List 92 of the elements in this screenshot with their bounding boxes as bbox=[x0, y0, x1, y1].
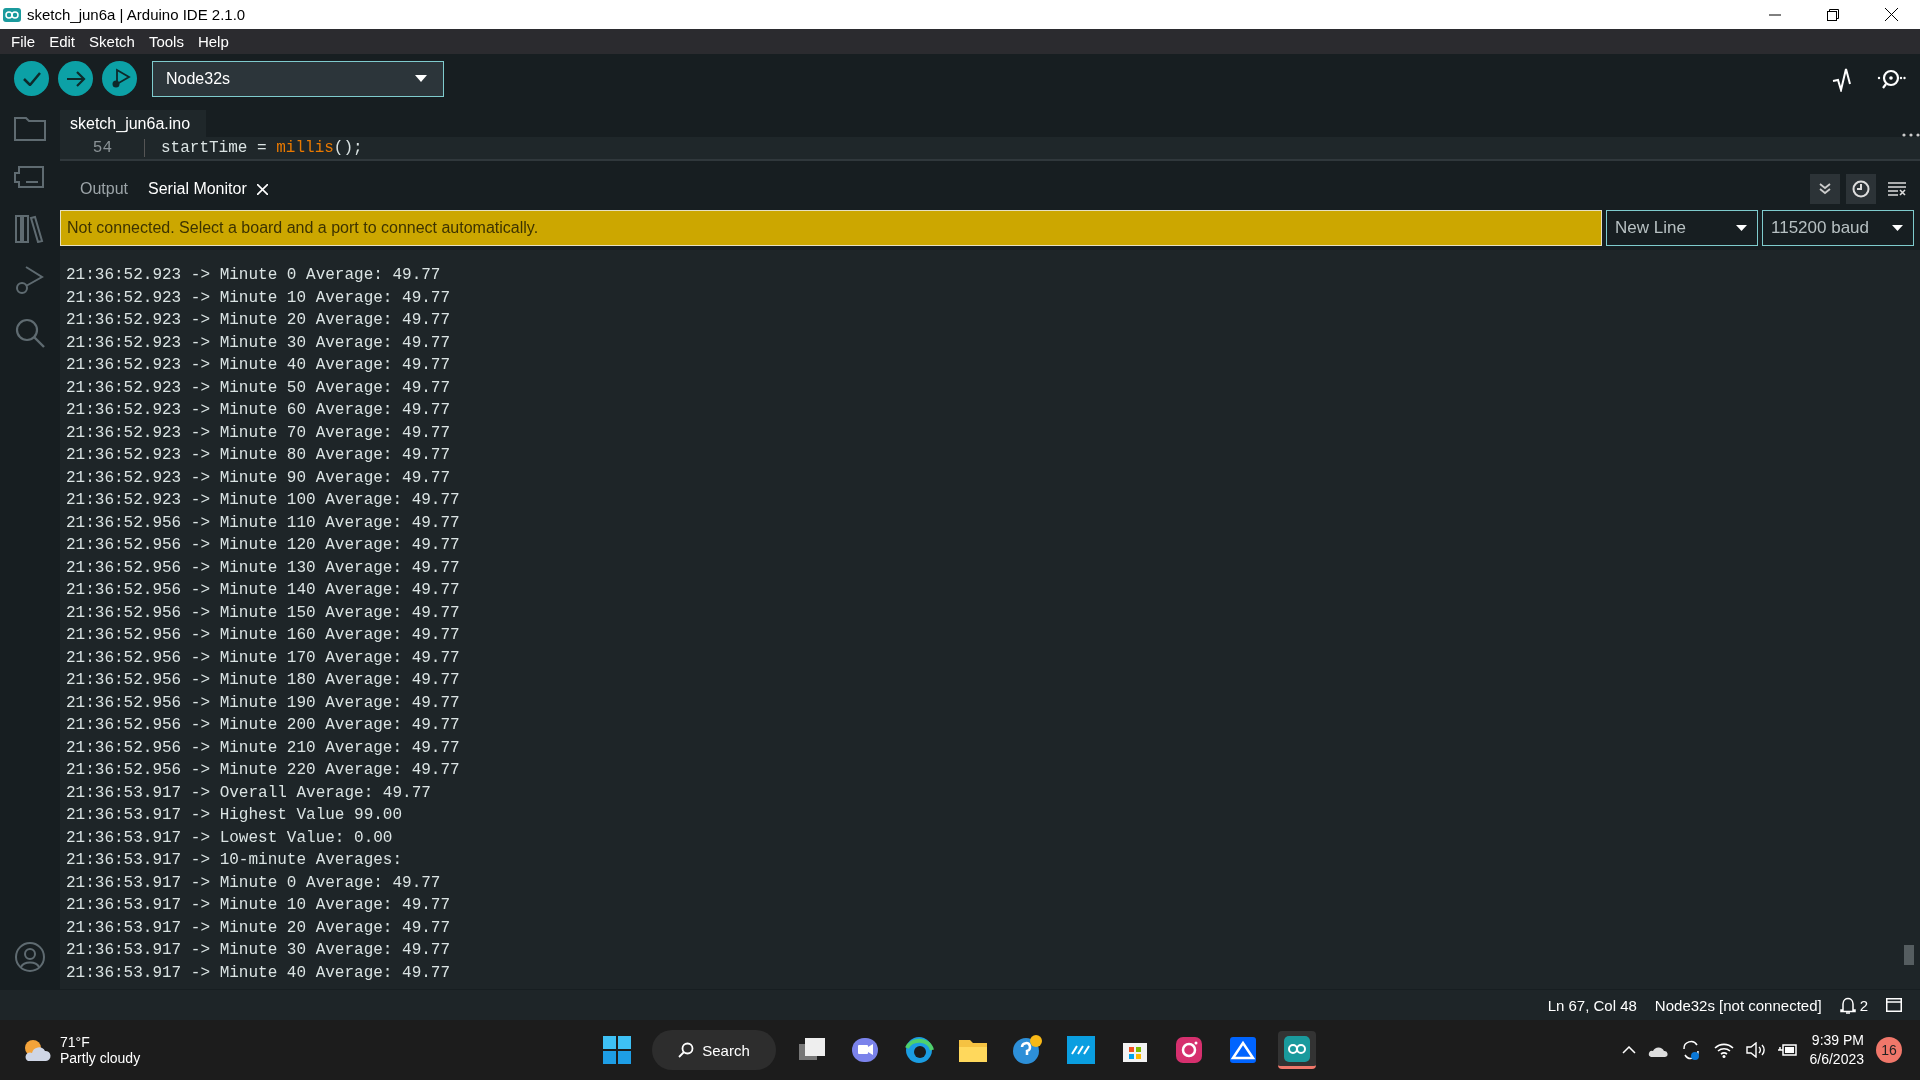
serial-output-line: 21:36:53.917 -> Minute 10 Average: 49.77 bbox=[66, 895, 451, 916]
autoscroll-button[interactable] bbox=[1810, 174, 1840, 204]
serial-output-line: 21:36:52.923 -> Minute 30 Average: 49.77 bbox=[66, 332, 451, 354]
weather-condition: Partly cloudy bbox=[60, 1050, 141, 1066]
browser-icon[interactable] bbox=[903, 1034, 935, 1066]
notice-banner: Not connected. Select a board and a port to connect automatically. bbox=[60, 210, 1602, 246]
serial-output-line: 21:36:52.956 -> Minute 160 Average: 49.77 bbox=[66, 625, 460, 646]
caret-icon bbox=[415, 75, 427, 82]
serial-output-line: 21:36:52.956 -> Minute 220 Average: 49.77 bbox=[66, 760, 460, 781]
serial-output-line: 21:36:52.923 -> Minute 50 Average: 49.77 bbox=[66, 377, 451, 399]
serial-output-line: 21:36:52.956 -> Minute 190 Average: 49.77 bbox=[66, 692, 460, 714]
notification-count: 2 bbox=[1859, 996, 1868, 1014]
temperature: 71°F bbox=[60, 1034, 91, 1050]
search-icon[interactable] bbox=[14, 317, 46, 349]
menu-item[interactable]: Tools bbox=[141, 33, 191, 50]
panel-tab[interactable]: Output bbox=[70, 180, 139, 198]
search-icon bbox=[678, 1042, 695, 1058]
serial-output-line: 21:36:52.956 -> Minute 170 Average: 49.77 bbox=[66, 647, 460, 669]
restore-icon[interactable] bbox=[1827, 8, 1839, 21]
code-line-text: startTime = millis(); bbox=[161, 139, 363, 157]
account-icon[interactable] bbox=[14, 941, 46, 973]
serial-output-line: 21:36:52.923 -> Minute 10 Average: 49.77 bbox=[66, 287, 451, 309]
panel-tab[interactable]: Serial Monitor bbox=[138, 180, 278, 198]
serial-output-line: 21:36:53.917 -> 10-minute Averages: bbox=[66, 850, 403, 871]
close-icon[interactable] bbox=[1884, 8, 1898, 21]
caret-icon bbox=[1892, 225, 1903, 231]
board-status: Node32s [not connected] bbox=[1654, 996, 1822, 1014]
windows-icon[interactable] bbox=[603, 1036, 631, 1064]
file-tab[interactable]: sketch_jun6a.ino bbox=[60, 110, 207, 137]
serial-output-line: 21:36:53.917 -> Minute 30 Average: 49.77 bbox=[66, 940, 451, 961]
board-name: Node32s bbox=[166, 69, 231, 88]
serial-output-line: 21:36:53.917 -> Highest Value 99.00 bbox=[66, 805, 403, 826]
serial-output-line: 21:36:53.917 -> Lowest Value: 0.00 bbox=[66, 827, 393, 849]
serial-output-line: 21:36:52.923 -> Minute 80 Average: 49.77 bbox=[66, 445, 451, 466]
serial-output-line: 21:36:52.956 -> Minute 130 Average: 49.77 bbox=[66, 557, 460, 579]
verify-button[interactable] bbox=[14, 61, 49, 96]
serial-output-line: 21:36:52.956 -> Minute 110 Average: 49.77 bbox=[66, 512, 460, 534]
board-icon[interactable] bbox=[14, 163, 46, 191]
serial-output-line: 21:36:52.956 -> Minute 120 Average: 49.77 bbox=[66, 535, 460, 556]
timestamp-button[interactable] bbox=[1846, 174, 1876, 204]
weather-icon[interactable] bbox=[22, 1037, 52, 1063]
menu-item[interactable]: File bbox=[4, 33, 43, 50]
upload-button[interactable] bbox=[58, 61, 93, 96]
speaker-icon[interactable] bbox=[1745, 1042, 1766, 1058]
search-button[interactable]: Search bbox=[652, 1030, 776, 1070]
serial-output-line: 21:36:52.956 -> Minute 210 Average: 49.77 bbox=[66, 737, 460, 759]
menu-item[interactable]: Edit bbox=[42, 33, 83, 50]
chevron-up-icon[interactable] bbox=[1621, 1046, 1636, 1054]
debug-button[interactable] bbox=[102, 61, 137, 96]
checkmark-icon bbox=[22, 71, 41, 86]
help-icon[interactable] bbox=[1011, 1034, 1043, 1066]
mountain-app-icon[interactable] bbox=[1227, 1034, 1259, 1066]
wifi-icon[interactable] bbox=[1713, 1042, 1734, 1058]
double-chevron-icon bbox=[1819, 183, 1831, 195]
line-ending-dropdown[interactable]: New Line bbox=[1606, 210, 1758, 246]
serial-output-line: 21:36:52.923 -> Minute 40 Average: 49.77 bbox=[66, 355, 451, 376]
serial-output-line: 21:36:52.923 -> Minute 90 Average: 49.77 bbox=[66, 467, 451, 489]
serial-output-line: 21:36:52.956 -> Minute 150 Average: 49.77 bbox=[66, 602, 460, 624]
serial-output-line: 21:36:52.923 -> Minute 60 Average: 49.77 bbox=[66, 400, 451, 421]
app-icon bbox=[3, 7, 21, 22]
board-dropdown[interactable]: Node32s bbox=[152, 60, 444, 97]
clock-date[interactable]: 6/6/2023 bbox=[1809, 1050, 1864, 1069]
more-icon[interactable] bbox=[1902, 133, 1920, 137]
scrollbar-thumb[interactable] bbox=[1904, 945, 1914, 965]
menu-item[interactable]: Sketch bbox=[82, 33, 142, 50]
panel-icon[interactable] bbox=[1886, 998, 1902, 1012]
serial-output-line: 21:36:52.923 -> Minute 70 Average: 49.77 bbox=[66, 422, 451, 444]
serial-output-line: 21:36:52.923 -> Minute 20 Average: 49.77 bbox=[66, 310, 451, 331]
serial-output-line: 21:36:53.917 -> Minute 20 Average: 49.77 bbox=[66, 917, 451, 939]
serial-output-line: 21:36:52.956 -> Minute 180 Average: 49.77 bbox=[66, 670, 460, 691]
serial-output-line: 21:36:52.956 -> Minute 200 Average: 49.77 bbox=[66, 715, 460, 736]
serial-output-line: 21:36:52.956 -> Minute 140 Average: 49.77 bbox=[66, 580, 460, 601]
bell-icon[interactable] bbox=[1839, 996, 1856, 1014]
serial-output-line: 21:36:52.923 -> Minute 100 Average: 49.77 bbox=[66, 490, 460, 511]
caret-icon bbox=[1736, 225, 1747, 231]
line-number: 54 bbox=[60, 139, 145, 157]
baud-rate-dropdown[interactable]: 115200 baud bbox=[1762, 210, 1914, 246]
serial-output-line: 21:36:53.917 -> Overall Average: 49.77 bbox=[66, 782, 431, 804]
serial-output-line: 21:36:53.917 -> Minute 0 Average: 49.77 bbox=[66, 872, 441, 894]
library-icon[interactable] bbox=[14, 213, 46, 243]
battery-icon[interactable] bbox=[1777, 1042, 1798, 1058]
camera-app-icon[interactable] bbox=[1173, 1034, 1205, 1066]
serial-output-line: 21:36:53.917 -> Minute 40 Average: 49.77 bbox=[66, 962, 451, 984]
window-title: sketch_jun6a | Arduino IDE 2.1.0 bbox=[27, 6, 246, 23]
clock-time[interactable]: 9:39 PM bbox=[1811, 1031, 1864, 1050]
clear-list-icon bbox=[1888, 182, 1906, 196]
serial-output-line: 21:36:52.923 -> Minute 0 Average: 49.77 bbox=[66, 265, 441, 286]
cursor-position: Ln 67, Col 48 bbox=[1547, 996, 1637, 1014]
menu-item[interactable]: Help bbox=[190, 33, 236, 50]
clock-icon bbox=[1852, 180, 1870, 198]
arrow-icon bbox=[65, 70, 86, 87]
notification-badge[interactable]: 16 bbox=[1876, 1037, 1902, 1063]
